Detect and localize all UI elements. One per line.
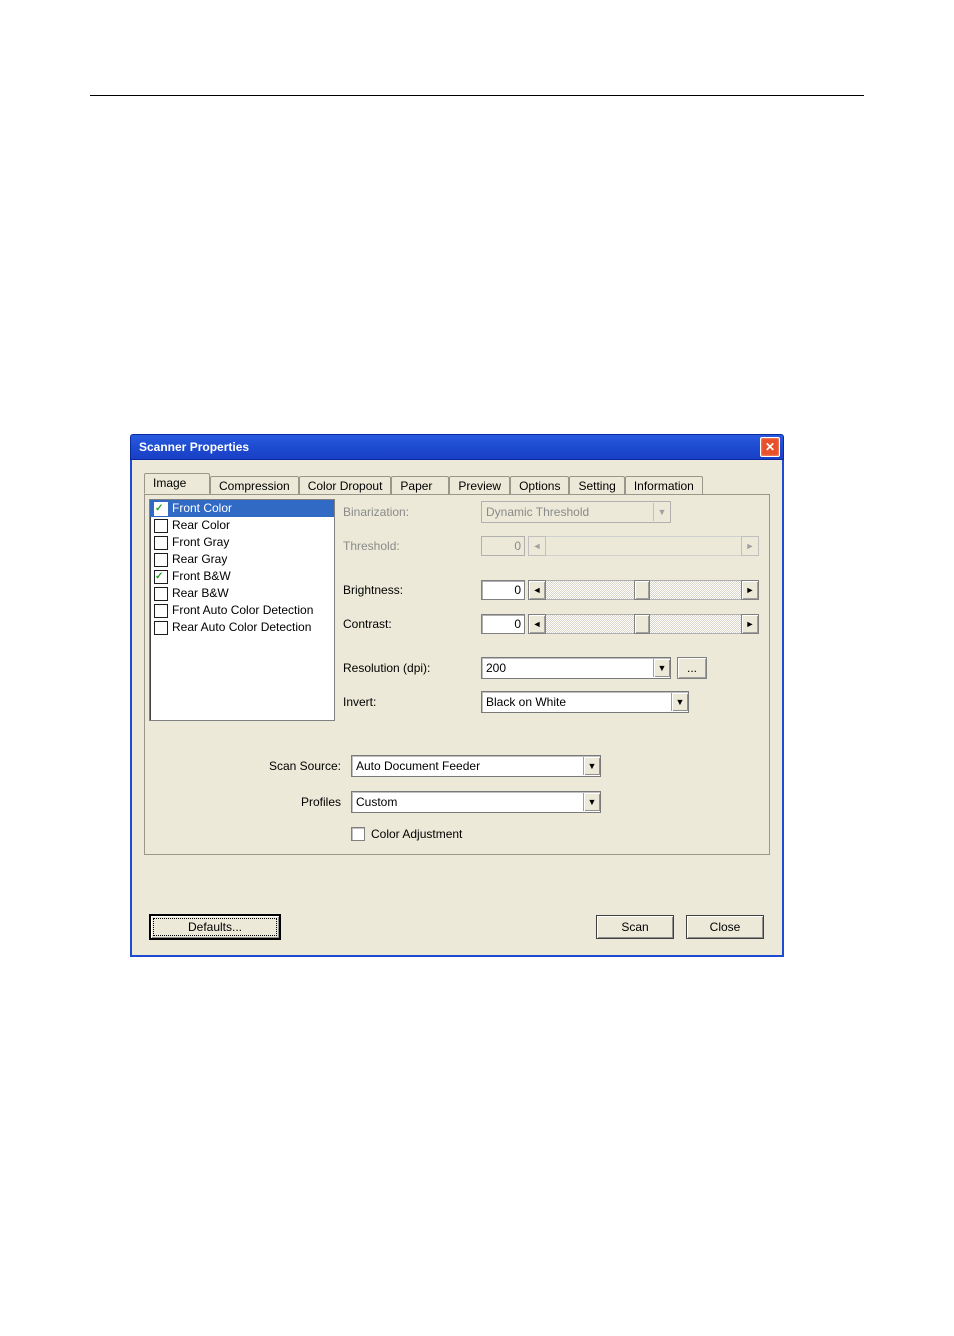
resolution-more-button[interactable]: ...: [677, 657, 707, 679]
arrow-right-icon[interactable]: ►: [741, 580, 759, 600]
chevron-down-icon: ▼: [653, 503, 670, 521]
combo-text: 200: [482, 661, 653, 675]
arrow-left-icon[interactable]: ◄: [528, 614, 546, 634]
contrast-label: Contrast:: [343, 617, 481, 631]
list-item-label: Rear Color: [172, 518, 230, 533]
scanner-properties-dialog: Scanner Properties ✕ Image Compression C…: [130, 434, 784, 957]
list-item[interactable]: Rear Color: [150, 517, 334, 534]
profiles-label: Profiles: [155, 795, 351, 809]
list-item[interactable]: Rear Gray: [150, 551, 334, 568]
tab-panel-image: Front Color Rear Color Front Gray Rear G…: [144, 494, 770, 855]
scan-button[interactable]: Scan: [596, 915, 674, 939]
brightness-slider[interactable]: [546, 580, 741, 600]
contrast-value[interactable]: 0: [481, 614, 525, 634]
threshold-track: [546, 536, 741, 556]
list-item-label: Front B&W: [172, 569, 231, 584]
scan-source-label: Scan Source:: [155, 759, 351, 773]
combo-text: Auto Document Feeder: [352, 759, 583, 773]
checkbox-icon[interactable]: [154, 621, 168, 635]
arrow-left-icon[interactable]: ◄: [528, 580, 546, 600]
color-adjustment-checkbox[interactable]: Color Adjustment: [351, 827, 462, 841]
list-item-label: Front Auto Color Detection: [172, 603, 313, 618]
list-item[interactable]: Front B&W: [150, 568, 334, 585]
tab-setting[interactable]: Setting: [569, 476, 624, 495]
tab-image[interactable]: Image: [144, 473, 210, 494]
combo-text: Dynamic Threshold: [482, 505, 653, 519]
tab-color-dropout[interactable]: Color Dropout: [299, 476, 392, 495]
binarization-combo: Dynamic Threshold ▼: [481, 501, 671, 523]
defaults-button[interactable]: Defaults...: [150, 915, 280, 939]
brightness-label: Brightness:: [343, 583, 481, 597]
checkbox-icon[interactable]: [154, 587, 168, 601]
resolution-combo[interactable]: 200 ▼: [481, 657, 671, 679]
image-controls: Binarization: Dynamic Threshold ▼ Thresh…: [339, 495, 769, 731]
list-item[interactable]: Rear Auto Color Detection: [150, 619, 334, 636]
list-item[interactable]: Front Gray: [150, 534, 334, 551]
arrow-left-icon: ◄: [528, 536, 546, 556]
checkbox-icon[interactable]: [154, 536, 168, 550]
scan-source-combo[interactable]: Auto Document Feeder ▼: [351, 755, 601, 777]
close-icon[interactable]: ✕: [760, 437, 780, 457]
binarization-label: Binarization:: [343, 505, 481, 519]
checkbox-icon[interactable]: [154, 519, 168, 533]
checkbox-icon[interactable]: [351, 827, 365, 841]
tab-compression[interactable]: Compression: [210, 476, 299, 495]
list-item[interactable]: Front Auto Color Detection: [150, 602, 334, 619]
close-button[interactable]: Close: [686, 915, 764, 939]
checkbox-icon[interactable]: [154, 570, 168, 584]
tab-strip: Image Compression Color Dropout Paper Pr…: [144, 472, 770, 494]
list-item-label: Front Gray: [172, 535, 229, 550]
threshold-label: Threshold:: [343, 539, 481, 553]
arrow-right-icon[interactable]: ►: [741, 614, 759, 634]
titlebar[interactable]: Scanner Properties ✕: [130, 434, 784, 460]
chevron-down-icon[interactable]: ▼: [671, 693, 688, 711]
tab-paper[interactable]: Paper: [391, 476, 449, 495]
profiles-combo[interactable]: Custom ▼: [351, 791, 601, 813]
chevron-down-icon[interactable]: ▼: [653, 659, 670, 677]
slider-thumb[interactable]: [634, 614, 650, 634]
resolution-label: Resolution (dpi):: [343, 661, 481, 675]
list-item[interactable]: Front Color: [150, 500, 334, 517]
checkbox-icon[interactable]: [154, 553, 168, 567]
arrow-right-icon: ►: [741, 536, 759, 556]
lower-controls: Scan Source: Auto Document Feeder ▼ Prof…: [145, 731, 769, 854]
list-item-label: Rear Gray: [172, 552, 227, 567]
checkbox-icon[interactable]: [154, 502, 168, 516]
page-divider: [90, 95, 864, 96]
list-item-label: Front Color: [172, 501, 232, 516]
tab-information[interactable]: Information: [625, 476, 703, 495]
combo-text: Black on White: [482, 695, 671, 709]
brightness-value[interactable]: 0: [481, 580, 525, 600]
list-item-label: Rear B&W: [172, 586, 229, 601]
image-selection-list[interactable]: Front Color Rear Color Front Gray Rear G…: [149, 499, 335, 721]
slider-thumb[interactable]: [634, 580, 650, 600]
chevron-down-icon[interactable]: ▼: [583, 757, 600, 775]
checkbox-icon[interactable]: [154, 604, 168, 618]
invert-label: Invert:: [343, 695, 481, 709]
client-area: Image Compression Color Dropout Paper Pr…: [130, 460, 784, 957]
invert-combo[interactable]: Black on White ▼: [481, 691, 689, 713]
chevron-down-icon[interactable]: ▼: [583, 793, 600, 811]
combo-text: Custom: [352, 795, 583, 809]
color-adjustment-label: Color Adjustment: [371, 827, 462, 841]
list-item[interactable]: Rear B&W: [150, 585, 334, 602]
threshold-value: 0: [481, 536, 525, 556]
tab-options[interactable]: Options: [510, 476, 569, 495]
dialog-button-row: Defaults... Scan Close: [144, 915, 770, 943]
contrast-slider[interactable]: [546, 614, 741, 634]
list-item-label: Rear Auto Color Detection: [172, 620, 311, 635]
tab-preview[interactable]: Preview: [449, 476, 510, 495]
window-title: Scanner Properties: [139, 440, 249, 454]
